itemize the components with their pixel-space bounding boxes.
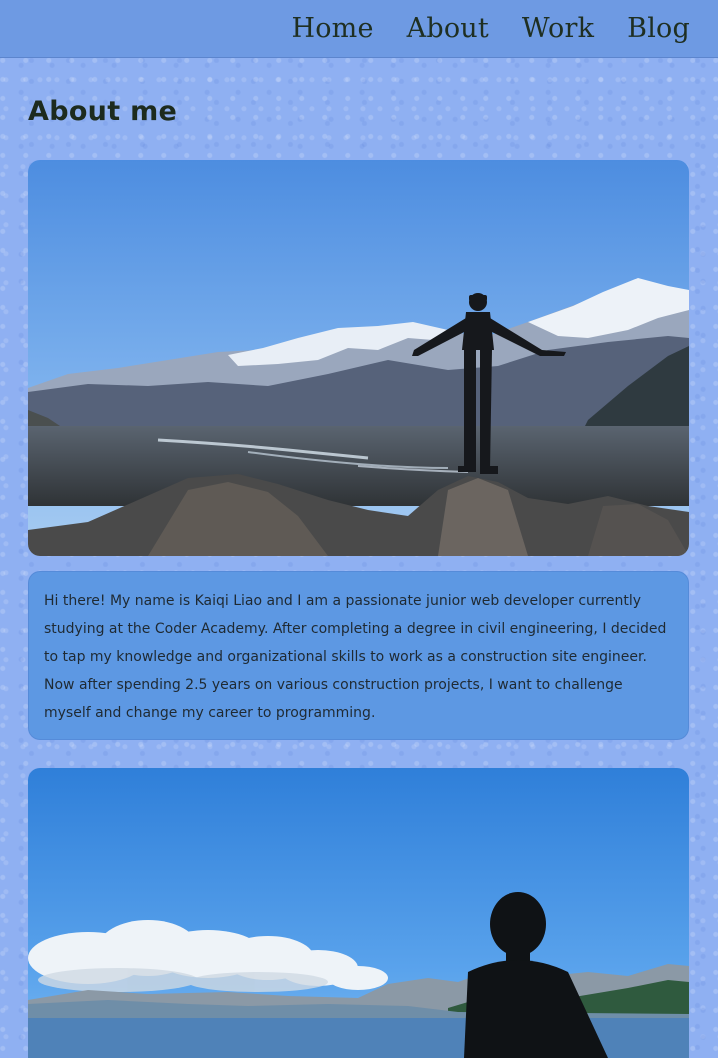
lake-photo	[28, 768, 689, 1058]
page-title: About me	[28, 96, 178, 127]
bio-text: Hi there! My name is Kaiqi Liao and I am…	[44, 593, 667, 721]
mountain-photo	[28, 160, 689, 556]
nav-item-home: Home	[291, 13, 373, 44]
bio-card: Hi there! My name is Kaiqi Liao and I am…	[28, 571, 689, 740]
nav-link-blog[interactable]: Blog	[627, 13, 690, 44]
nav-item-work: Work	[522, 13, 594, 44]
top-navbar: Home About Work Blog	[0, 0, 718, 58]
nav-links: Home About Work Blog	[291, 0, 690, 57]
nav-link-home[interactable]: Home	[291, 13, 373, 44]
nav-item-blog: Blog	[627, 13, 690, 44]
nav-link-about[interactable]: About	[407, 13, 489, 44]
nav-item-about: About	[407, 13, 489, 44]
nav-link-work[interactable]: Work	[522, 13, 594, 44]
